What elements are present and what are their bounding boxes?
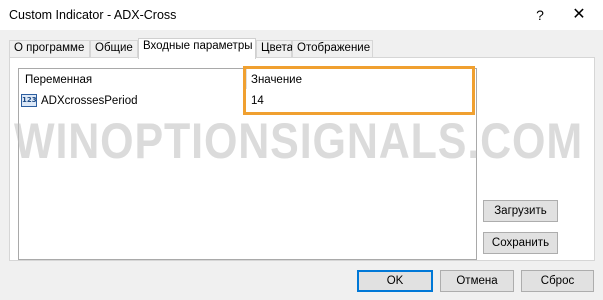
- tab-about[interactable]: О программе: [9, 40, 90, 58]
- parameters-grid[interactable]: Переменная Значение 123 ADXcrossesPeriod…: [18, 68, 477, 260]
- title-bar: Custom Indicator - ADX-Cross ? ✕: [0, 0, 603, 30]
- integer-type-icon: 123: [21, 94, 37, 107]
- column-header-variable[interactable]: Переменная: [25, 74, 92, 86]
- column-divider[interactable]: [246, 69, 247, 89]
- parameter-value[interactable]: 14: [251, 95, 264, 107]
- close-icon[interactable]: ✕: [569, 5, 589, 25]
- table-row[interactable]: 123 ADXcrossesPeriod 14: [19, 93, 476, 111]
- save-button[interactable]: Сохранить: [483, 232, 558, 254]
- help-icon[interactable]: ?: [530, 5, 550, 25]
- load-button[interactable]: Загрузить: [483, 200, 558, 222]
- tab-visualization[interactable]: Отображение: [292, 40, 373, 58]
- ok-button[interactable]: OK: [357, 270, 433, 292]
- tab-inputs[interactable]: Входные параметры: [138, 38, 256, 59]
- window-title: Custom Indicator - ADX-Cross: [9, 8, 177, 22]
- column-header-value[interactable]: Значение: [251, 74, 302, 86]
- cancel-button[interactable]: Отмена: [440, 270, 514, 292]
- tab-common[interactable]: Общие: [90, 40, 138, 58]
- reset-button[interactable]: Сброс: [521, 270, 594, 292]
- tab-colors[interactable]: Цвета: [256, 40, 293, 58]
- parameter-name: ADXcrossesPeriod: [41, 95, 138, 107]
- grid-header: Переменная Значение: [19, 69, 476, 91]
